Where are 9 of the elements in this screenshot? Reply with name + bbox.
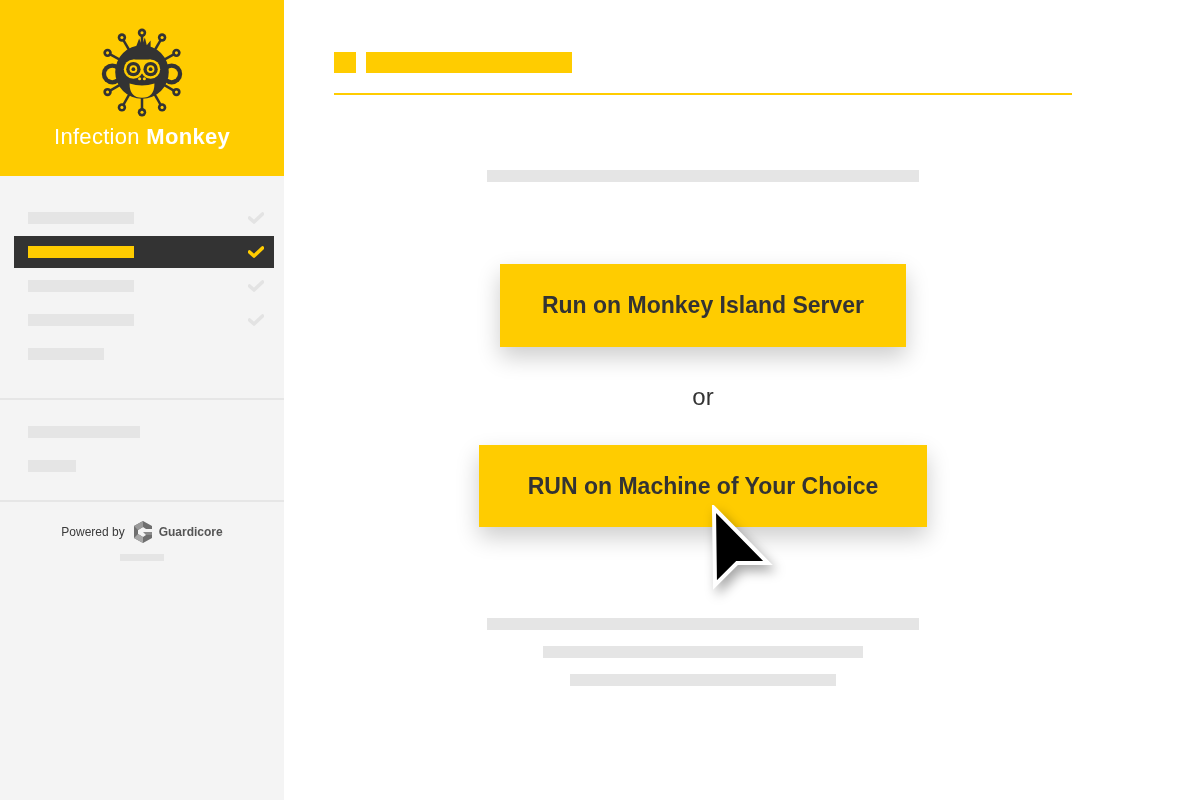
company-name: Guardicore [158, 525, 223, 539]
brand-name: Infection Monkey [54, 124, 230, 150]
nav-item[interactable] [14, 236, 274, 268]
run-button[interactable]: RUN on Machine of Your Choice [479, 445, 927, 527]
or-separator: or [692, 383, 714, 411]
powered-by-text: Powered by [61, 525, 125, 539]
hexagon-logo-icon [132, 521, 153, 543]
title-marker [334, 52, 356, 73]
run-button[interactable]: Run on Monkey Island Server [500, 264, 906, 347]
